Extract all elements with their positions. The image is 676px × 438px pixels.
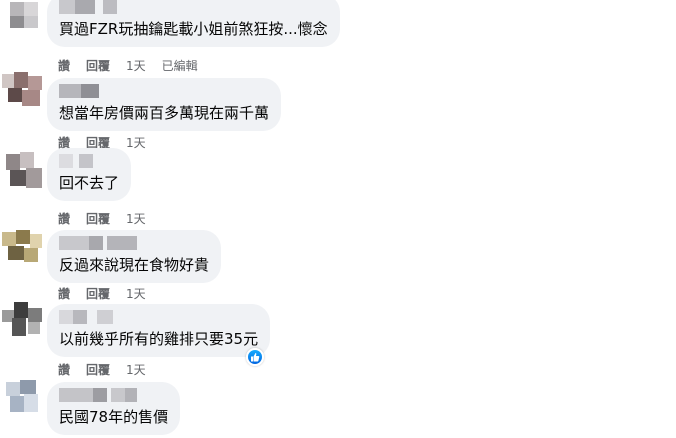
like-link[interactable]: 讚	[58, 210, 70, 227]
comment-bubble: 以前幾乎所有的雞排只要35元	[47, 304, 271, 357]
comment-time[interactable]: 1天	[126, 361, 146, 378]
reply-link[interactable]: 回覆	[86, 57, 110, 74]
comment-actions: 讚回覆 1天 已編輯	[58, 57, 214, 74]
comment-actions: 讚回覆 1天	[58, 210, 162, 227]
like-link[interactable]: 讚	[58, 285, 70, 302]
comment-time[interactable]: 1天	[126, 134, 146, 151]
reply-link[interactable]: 回覆	[86, 210, 110, 227]
like-link[interactable]: 讚	[58, 361, 70, 378]
comment-bubble: 想當年房價兩百多萬現在兩千萬	[47, 78, 282, 131]
comment-bubble: 買過FZR玩抽鑰匙載小姐前煞狂按...懷念	[47, 0, 340, 47]
comment-bubble: 反過來說現在食物好貴	[47, 230, 222, 283]
comment-text: 民國78年的售價	[59, 408, 169, 426]
comment-time[interactable]: 1天	[126, 57, 146, 74]
commenter-name-blurred[interactable]	[59, 154, 119, 170]
edited-label[interactable]: 已編輯	[162, 57, 198, 74]
like-link[interactable]: 讚	[58, 57, 70, 74]
reply-link[interactable]: 回覆	[86, 285, 110, 302]
comment-bubble: 民國78年的售價	[47, 382, 181, 435]
commenter-name-blurred[interactable]	[59, 310, 258, 326]
avatar[interactable]	[2, 152, 46, 196]
commenter-name-blurred[interactable]	[59, 388, 168, 404]
comment-text: 買過FZR玩抽鑰匙載小姐前煞狂按...懷念	[59, 20, 328, 38]
comment-text: 以前幾乎所有的雞排只要35元	[59, 330, 259, 348]
like-icon	[251, 353, 260, 362]
comment-actions: 讚回覆 1天	[58, 361, 162, 378]
commenter-name-blurred[interactable]	[59, 0, 328, 16]
avatar[interactable]	[2, 378, 46, 422]
comment-actions: 讚回覆 1天	[58, 285, 162, 302]
comment-text: 回不去了	[59, 174, 120, 192]
like-reaction-badge[interactable]	[246, 348, 264, 366]
comment-text: 想當年房價兩百多萬現在兩千萬	[59, 104, 270, 122]
comment-bubble: 回不去了	[47, 148, 132, 201]
avatar[interactable]	[2, 300, 46, 344]
comment-text: 反過來說現在食物好貴	[59, 256, 210, 274]
commenter-name-blurred[interactable]	[59, 84, 269, 100]
reply-link[interactable]: 回覆	[86, 361, 110, 378]
avatar[interactable]	[2, 70, 46, 114]
comment-time[interactable]: 1天	[126, 210, 146, 227]
commenter-name-blurred[interactable]	[59, 236, 209, 252]
avatar[interactable]	[2, 0, 46, 36]
avatar[interactable]	[2, 228, 46, 272]
comment-time[interactable]: 1天	[126, 285, 146, 302]
